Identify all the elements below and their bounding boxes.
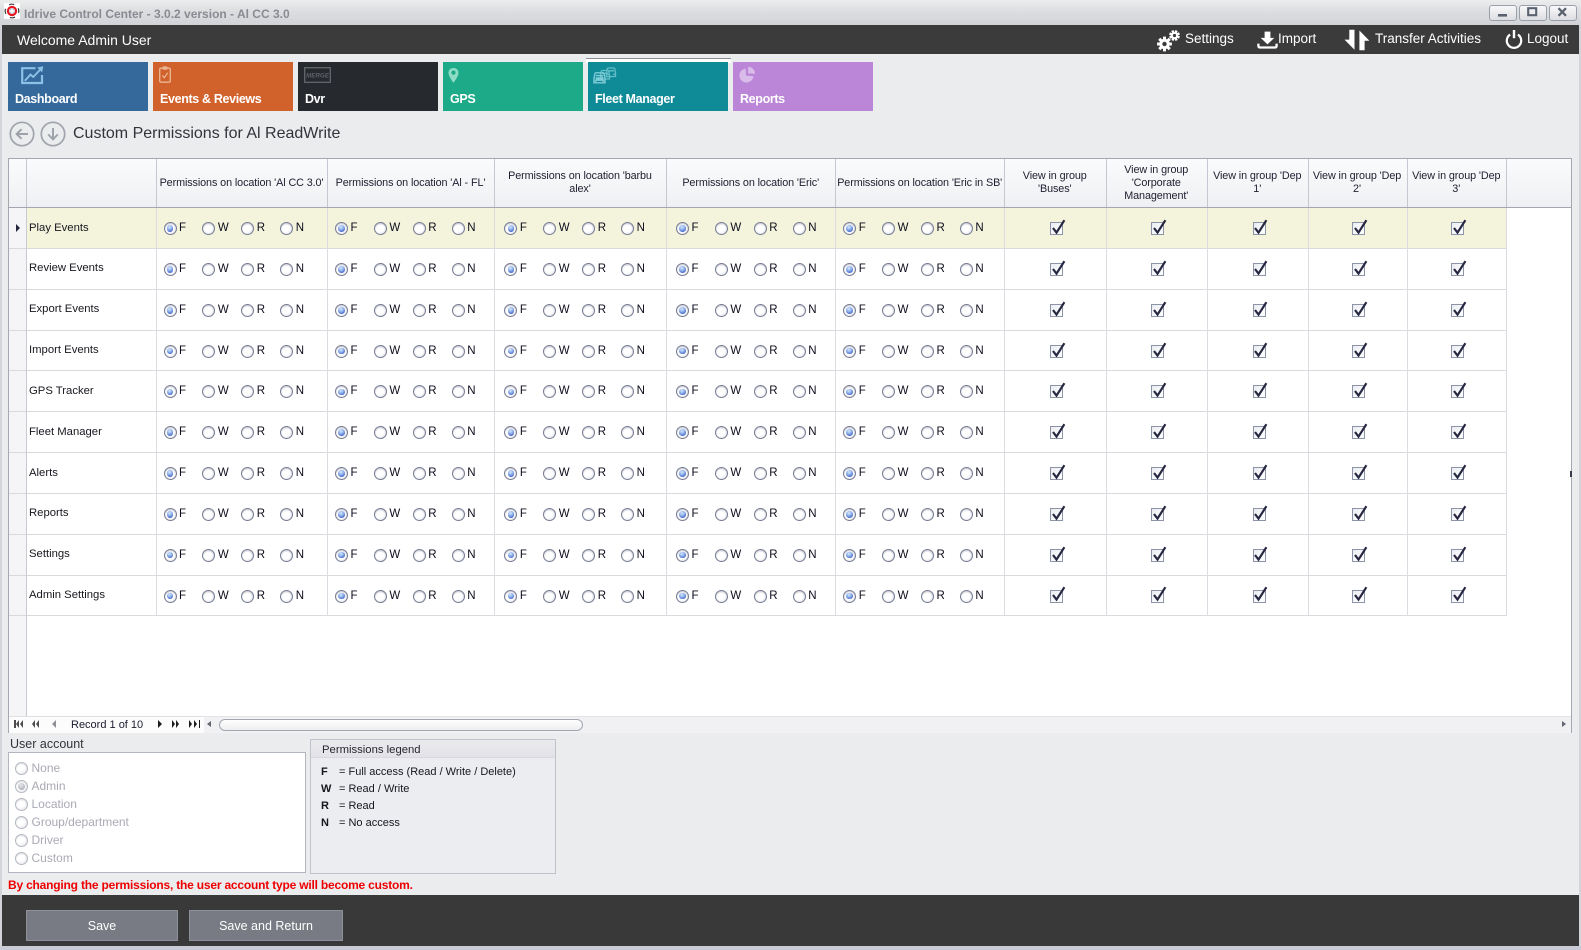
svg-text:MERGE: MERGE (306, 73, 330, 80)
